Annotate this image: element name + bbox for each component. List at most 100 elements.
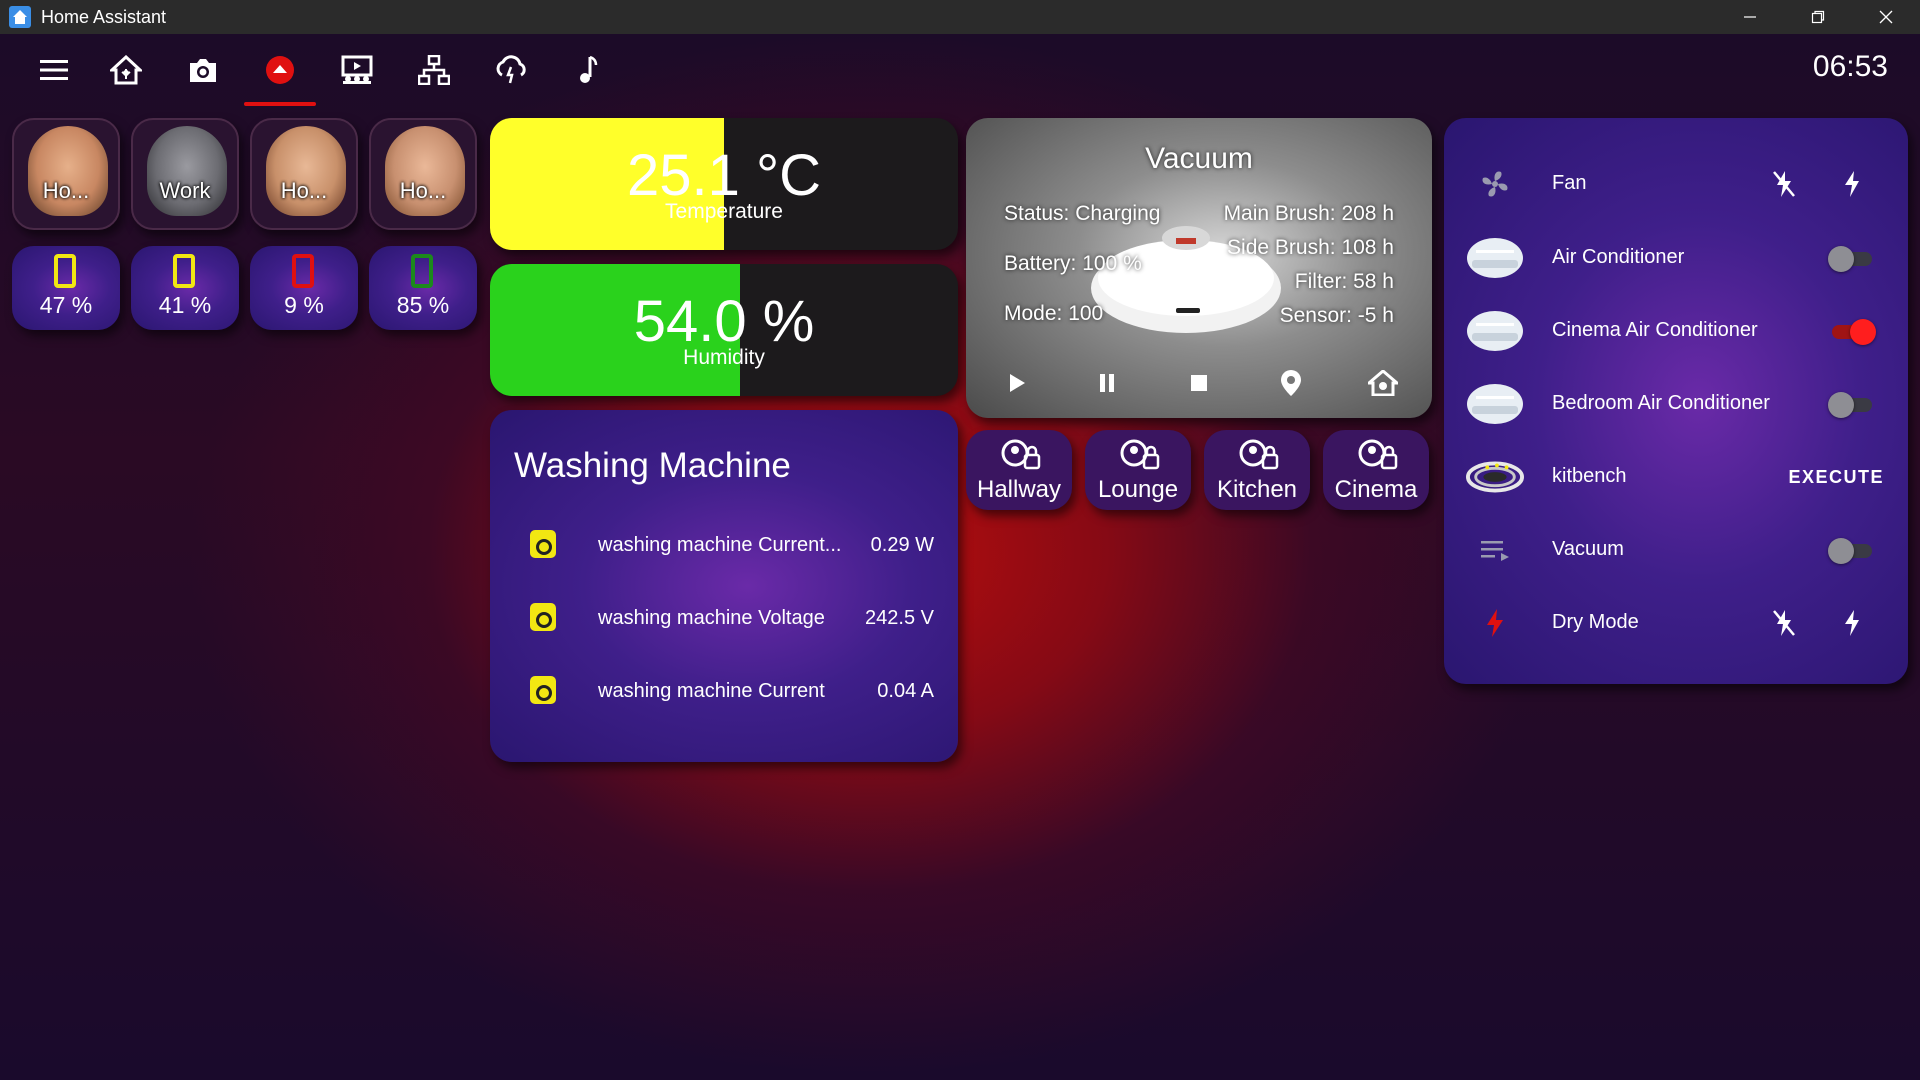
washing-machine-icon	[530, 530, 556, 558]
robot-vacuum-lock-icon	[1358, 439, 1398, 470]
washing-machine-row-value: 0.04 A	[877, 680, 934, 702]
air-conditioner-icon	[1466, 232, 1524, 284]
battery-card[interactable]: 85 %	[369, 246, 477, 330]
battery-card[interactable]: 47 %	[12, 246, 120, 330]
washing-machine-row-name: washing machine Current...	[598, 534, 842, 556]
battery-level: 85 %	[396, 292, 450, 318]
temperature-card[interactable]: 25.1 °C Temperature	[490, 118, 958, 250]
dashboard-canvas: 06:53 Ho... Work Ho... Ho... 47 % 41 % 9…	[0, 34, 1920, 1080]
locate-icon[interactable]	[1274, 366, 1308, 400]
home-icon[interactable]	[106, 50, 146, 90]
flash-on-icon[interactable]	[1836, 607, 1868, 639]
washing-machine-icon	[530, 676, 556, 704]
entity-row-kitbench[interactable]: kitbench EXECUTE	[1444, 445, 1908, 509]
vacuum-toggle[interactable]	[1828, 538, 1876, 564]
person-card[interactable]: Work	[131, 118, 239, 230]
network-icon[interactable]	[414, 50, 454, 90]
vacuum-battery: Battery: 100 %	[1004, 252, 1142, 275]
washing-machine-row[interactable]: washing machine Voltage 242.5 V	[490, 597, 958, 637]
music-icon[interactable]	[568, 50, 608, 90]
flash-off-icon[interactable]	[1768, 607, 1800, 639]
entities-card: Fan Air Conditioner Cinema Air Condition…	[1444, 118, 1908, 684]
home-dock-icon[interactable]	[1366, 366, 1400, 400]
robot-vacuum-lock-icon	[1239, 439, 1279, 470]
theater-icon[interactable]	[337, 50, 377, 90]
restore-button[interactable]	[1784, 0, 1852, 34]
person-name: Ho...	[280, 178, 328, 203]
alert-icon[interactable]	[260, 50, 300, 90]
robot-vacuum-lock-icon	[1120, 439, 1160, 470]
vacuum-title: Vacuum	[1145, 142, 1253, 175]
entity-row-vacuum[interactable]: Vacuum	[1444, 518, 1908, 582]
person-card[interactable]: Ho...	[250, 118, 358, 230]
battery-level: 41 %	[158, 292, 212, 318]
room-label: Kitchen	[1216, 476, 1298, 503]
entity-row-bedroom-air-conditioner[interactable]: Bedroom Air Conditioner	[1444, 372, 1908, 436]
battery-level: 9 %	[284, 292, 324, 318]
flash-off-icon[interactable]	[1768, 168, 1800, 200]
entity-row-cinema-air-conditioner[interactable]: Cinema Air Conditioner	[1444, 299, 1908, 363]
cloud-icon[interactable]	[491, 50, 531, 90]
temperature-label: Temperature	[665, 200, 783, 223]
room-button-hallway[interactable]: Hallway	[966, 430, 1072, 510]
washing-machine-icon	[530, 603, 556, 631]
entity-name: Air Conditioner	[1552, 246, 1685, 268]
close-button[interactable]	[1852, 0, 1920, 34]
room-button-lounge[interactable]: Lounge	[1085, 430, 1191, 510]
menu-icon[interactable]	[34, 50, 74, 90]
person-card[interactable]: Ho...	[369, 118, 477, 230]
pause-icon[interactable]	[1090, 366, 1124, 400]
washing-machine-row[interactable]: washing machine Current... 0.29 W	[490, 524, 958, 564]
entity-name: Dry Mode	[1552, 611, 1639, 633]
room-button-cinema[interactable]: Cinema	[1323, 430, 1429, 510]
bedroom-air-conditioner-toggle[interactable]	[1828, 392, 1876, 418]
room-label: Lounge	[1097, 476, 1179, 503]
washing-machine-row[interactable]: washing machine Current 0.04 A	[490, 670, 958, 710]
person-name: Ho...	[399, 178, 447, 203]
phone-battery-icon	[292, 254, 314, 288]
air-conditioner-toggle[interactable]	[1828, 246, 1876, 272]
phone-battery-icon	[411, 254, 433, 288]
entity-row-air-conditioner[interactable]: Air Conditioner	[1444, 226, 1908, 290]
washing-machine-row-name: washing machine Voltage	[598, 607, 825, 629]
camera-icon[interactable]	[183, 50, 223, 90]
person-card[interactable]: Ho...	[12, 118, 120, 230]
washing-machine-row-name: washing machine Current	[598, 680, 825, 702]
battery-card[interactable]: 41 %	[131, 246, 239, 330]
top-toolbar: 06:53	[0, 34, 1920, 106]
phone-battery-icon	[173, 254, 195, 288]
person-name: Ho...	[42, 178, 90, 203]
minimize-button[interactable]	[1716, 0, 1784, 34]
entity-row-fan[interactable]: Fan	[1444, 152, 1908, 216]
fan-icon	[1466, 158, 1524, 210]
vacuum-sensor: Sensor: -5 h	[1279, 304, 1394, 327]
lightning-icon	[1466, 597, 1524, 649]
humidity-card[interactable]: 54.0 % Humidity	[490, 264, 958, 396]
washing-machine-row-value: 242.5 V	[865, 607, 934, 629]
entity-name: Bedroom Air Conditioner	[1552, 392, 1770, 414]
home-assistant-logo-icon	[9, 6, 31, 28]
entity-row-dry-mode[interactable]: Dry Mode	[1444, 591, 1908, 655]
entity-name: kitbench	[1552, 465, 1627, 487]
execute-button[interactable]: EXECUTE	[1788, 467, 1884, 488]
window-title: Home Assistant	[41, 6, 167, 27]
entity-name: Vacuum	[1552, 538, 1624, 560]
vacuum-main-brush: Main Brush: 208 h	[1223, 202, 1394, 225]
play-icon[interactable]	[1000, 366, 1034, 400]
air-conditioner-icon	[1466, 378, 1524, 430]
humidity-label: Humidity	[683, 346, 765, 369]
cinema-air-conditioner-toggle[interactable]	[1828, 319, 1876, 345]
flash-on-icon[interactable]	[1836, 168, 1868, 200]
clock: 06:53	[1812, 50, 1888, 83]
entity-name: Fan	[1552, 172, 1587, 194]
battery-card[interactable]: 9 %	[250, 246, 358, 330]
room-button-kitchen[interactable]: Kitchen	[1204, 430, 1310, 510]
humidity-value: 54.0 %	[633, 289, 815, 354]
battery-level: 47 %	[39, 292, 93, 318]
stop-icon[interactable]	[1182, 366, 1216, 400]
washing-machine-title: Washing Machine	[514, 446, 791, 485]
washing-machine-card: Washing Machine washing machine Current.…	[490, 410, 958, 762]
active-tab-indicator	[244, 102, 316, 106]
playlist-icon	[1466, 524, 1524, 576]
entity-name: Cinema Air Conditioner	[1552, 319, 1758, 341]
